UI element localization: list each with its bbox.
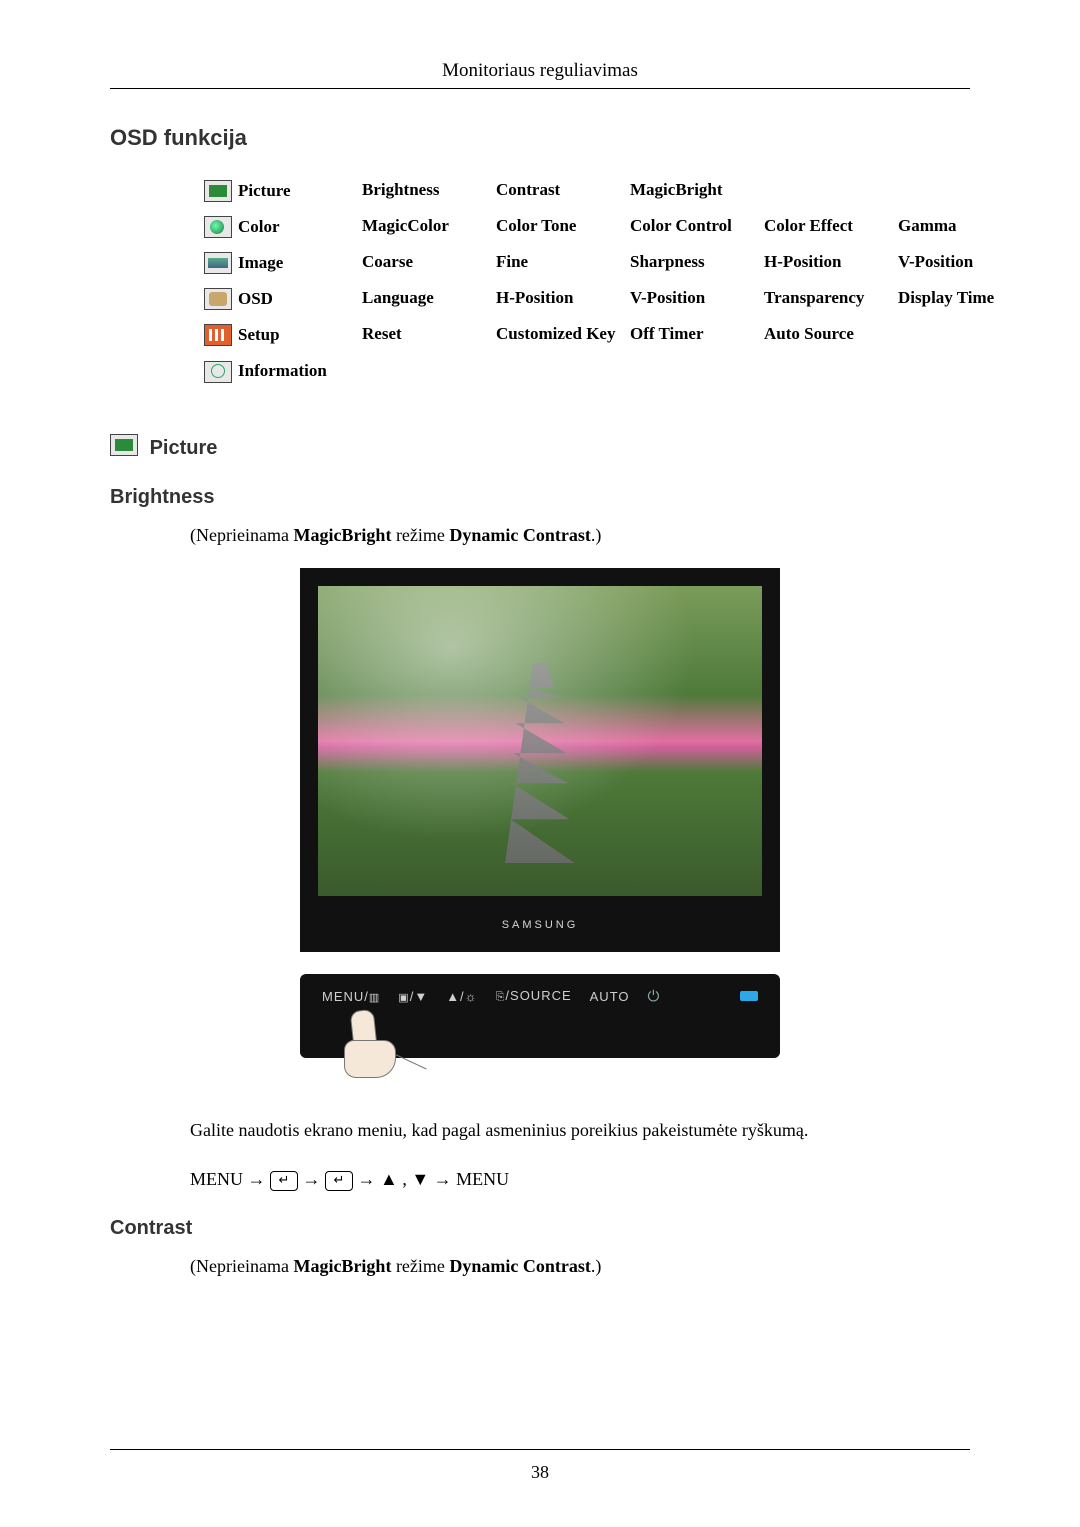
monitor-button-auto: AUTO: [590, 989, 630, 1004]
brightness-description: Galite naudotis ekrano meniu, kad pagal …: [190, 1118, 970, 1143]
osd-icon: [204, 288, 232, 310]
color-icon: [204, 216, 232, 238]
osd-opt: [492, 353, 626, 389]
osd-opt: Brightness: [358, 173, 492, 209]
osd-opt: [760, 173, 894, 209]
screen-content-icon: [505, 663, 575, 863]
osd-row-label: OSD: [238, 289, 273, 308]
setup-icon: [204, 324, 232, 346]
picture-icon: [110, 434, 138, 456]
osd-opt: H-Position: [760, 245, 894, 281]
osd-row-color: Color MagicColor Color Tone Color Contro…: [200, 209, 1028, 245]
monitor-button-menu: MENU/▥: [322, 989, 380, 1004]
osd-opt: MagicBright: [626, 173, 760, 209]
osd-row-label: Picture: [238, 181, 291, 200]
osd-row-osd: OSD Language H-Position V-Position Trans…: [200, 281, 1028, 317]
monitor-button-bar: MENU/▥ ▣/▼ ▲/☼ ⎘/SOURCE AUTO ⏻: [300, 974, 780, 1058]
osd-opt: V-Position: [894, 245, 1028, 281]
osd-row-label: Image: [238, 253, 283, 272]
osd-opt: [358, 353, 492, 389]
pointing-hand-icon: [344, 1010, 408, 1080]
osd-opt: [626, 353, 760, 389]
info-icon: [204, 361, 232, 383]
contrast-note: (Neprieinama MagicBright režime Dynamic …: [190, 1254, 970, 1279]
page-number: 38: [531, 1462, 549, 1482]
osd-row-label: Color: [238, 217, 280, 236]
osd-opt: Color Tone: [492, 209, 626, 245]
monitor-illustration: SAMSUNG MENU/▥ ▣/▼ ▲/☼ ⎘/SOURCE AUTO ⏻: [300, 568, 780, 1058]
monitor-button-up-sun: ▲/☼: [446, 989, 477, 1004]
osd-opt: Color Control: [626, 209, 760, 245]
osd-opt: Color Effect: [760, 209, 894, 245]
page-header: Monitoriaus reguliavimas: [110, 60, 970, 89]
osd-row-label: Information: [238, 362, 327, 381]
osd-opt: H-Position: [492, 281, 626, 317]
page-footer: 38: [110, 1449, 970, 1483]
osd-row-information: Information: [200, 353, 1028, 389]
osd-opt: Coarse: [358, 245, 492, 281]
monitor-frame: SAMSUNG: [300, 568, 780, 952]
image-icon: [204, 252, 232, 274]
osd-opt: [894, 353, 1028, 389]
osd-opt: Sharpness: [626, 245, 760, 281]
osd-funkcija-heading: OSD funkcija: [110, 125, 970, 151]
monitor-screen: [318, 586, 762, 896]
brightness-note: (Neprieinama MagicBright režime Dynamic …: [190, 523, 970, 548]
monitor-brand: SAMSUNG: [318, 914, 762, 936]
osd-row-label: Setup: [238, 325, 280, 344]
picture-icon: [204, 180, 232, 202]
osd-opt: [894, 317, 1028, 353]
power-icon: ⏻: [648, 988, 661, 1005]
enter-key-icon: ↵: [270, 1171, 298, 1191]
osd-opt: Gamma: [894, 209, 1028, 245]
osd-row-image: Image Coarse Fine Sharpness H-Position V…: [200, 245, 1028, 281]
osd-opt: Customized Key: [492, 317, 626, 353]
osd-opt: Off Timer: [626, 317, 760, 353]
osd-opt: V-Position: [626, 281, 760, 317]
osd-row-setup: Setup Reset Customized Key Off Timer Aut…: [200, 317, 1028, 353]
brightness-heading: Brightness: [110, 486, 970, 509]
osd-opt: Reset: [358, 317, 492, 353]
osd-opt: [760, 353, 894, 389]
osd-opt: Contrast: [492, 173, 626, 209]
osd-opt: Transparency: [760, 281, 894, 317]
osd-opt: Display Time: [894, 281, 1028, 317]
monitor-button-enter-down: ▣/▼: [398, 989, 428, 1004]
brightness-menu-sequence: MENU → ↵ → ↵ → ▲ , ▼ → MENU: [190, 1169, 970, 1191]
osd-opt: Fine: [492, 245, 626, 281]
power-led-icon: [740, 991, 758, 1001]
enter-key-icon: ↵: [325, 1171, 353, 1191]
monitor-button-source: ⎘/SOURCE: [496, 988, 572, 1004]
contrast-heading: Contrast: [110, 1217, 970, 1240]
osd-opt: MagicColor: [358, 209, 492, 245]
osd-opt: [894, 173, 1028, 209]
osd-row-picture: Picture Brightness Contrast MagicBright: [200, 173, 1028, 209]
osd-table: Picture Brightness Contrast MagicBright …: [200, 173, 1028, 390]
osd-opt: Language: [358, 281, 492, 317]
osd-opt: Auto Source: [760, 317, 894, 353]
picture-section-heading: Picture: [110, 434, 970, 460]
picture-heading-text: Picture: [150, 437, 218, 459]
